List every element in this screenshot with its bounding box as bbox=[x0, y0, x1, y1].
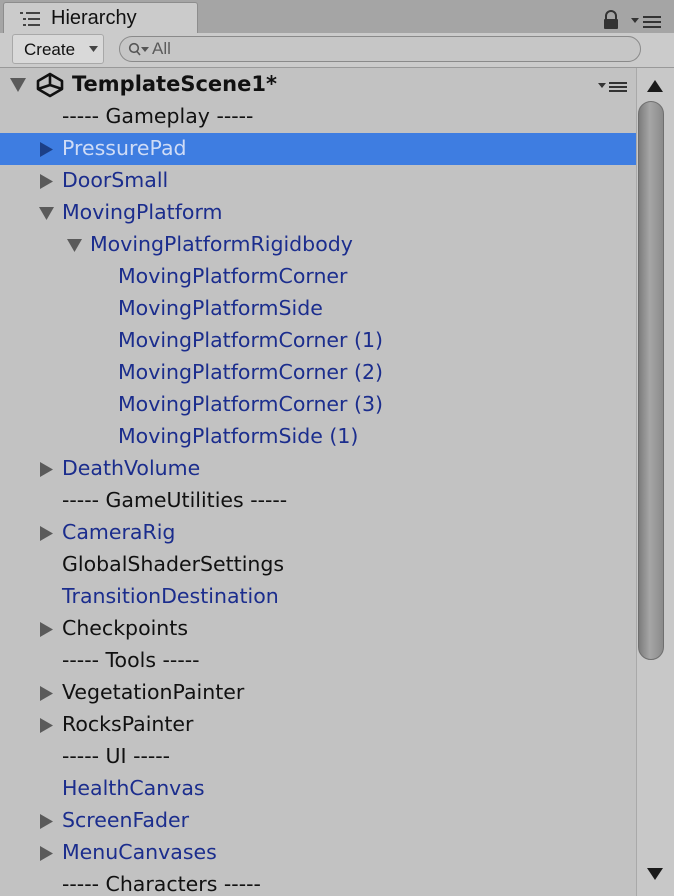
row-label: MovingPlatformCorner (3) bbox=[118, 392, 384, 416]
row-label: HealthCanvas bbox=[62, 776, 205, 800]
row-label: MovingPlatformCorner bbox=[118, 264, 348, 288]
hierarchy-row[interactable]: DoorSmall bbox=[0, 165, 636, 197]
hierarchy-row[interactable]: VegetationPainter bbox=[0, 677, 636, 709]
scroll-down-arrow-icon[interactable] bbox=[647, 868, 663, 880]
row-label: CameraRig bbox=[62, 520, 176, 544]
hierarchy-row[interactable]: MovingPlatformCorner (1) bbox=[0, 325, 636, 357]
row-label: PressurePad bbox=[62, 136, 187, 160]
row-label: DoorSmall bbox=[62, 168, 169, 192]
row-label: MovingPlatformSide bbox=[118, 296, 323, 320]
hierarchy-row[interactable]: ----- Tools ----- bbox=[0, 645, 636, 677]
hierarchy-list: ----- Gameplay ----- PressurePad DoorSmall… bbox=[0, 101, 636, 896]
fold-collapsed-icon[interactable] bbox=[39, 462, 54, 477]
fold-collapsed-icon[interactable] bbox=[39, 526, 54, 541]
row-label: ----- UI ----- bbox=[62, 744, 171, 768]
unity-scene-icon bbox=[36, 72, 64, 98]
hierarchy-row[interactable]: CameraRig bbox=[0, 517, 636, 549]
row-label: ----- Characters ----- bbox=[62, 872, 261, 896]
row-label: MovingPlatform bbox=[62, 200, 223, 224]
hierarchy-row[interactable]: TransitionDestination bbox=[0, 581, 636, 613]
hierarchy-row[interactable]: GlobalShaderSettings bbox=[0, 549, 636, 581]
hierarchy-toolbar: Create bbox=[0, 33, 674, 68]
row-label: MovingPlatformCorner (2) bbox=[118, 360, 384, 384]
create-label: Create bbox=[24, 40, 76, 59]
row-label: GlobalShaderSettings bbox=[62, 552, 285, 576]
hierarchy-row[interactable]: ----- UI ----- bbox=[0, 741, 636, 773]
hierarchy-row[interactable]: HealthCanvas bbox=[0, 773, 636, 805]
hierarchy-row[interactable]: MovingPlatformSide bbox=[0, 293, 636, 325]
tab-hierarchy[interactable]: Hierarchy bbox=[3, 2, 198, 34]
panel-menu-icon[interactable] bbox=[630, 14, 662, 30]
row-label: RocksPainter bbox=[62, 712, 194, 736]
hierarchy-row[interactable]: ----- Gameplay ----- bbox=[0, 101, 636, 133]
search-icon[interactable] bbox=[128, 42, 150, 57]
hierarchy-row[interactable]: MenuCanvases bbox=[0, 837, 636, 869]
chevron-down-icon bbox=[89, 46, 98, 52]
hierarchy-row[interactable]: PressurePad bbox=[0, 133, 636, 165]
hierarchy-row[interactable]: MovingPlatformSide (1) bbox=[0, 421, 636, 453]
fold-collapsed-icon[interactable] bbox=[39, 718, 54, 733]
scene-menu-icon[interactable] bbox=[598, 80, 628, 94]
hierarchy-row[interactable]: ScreenFader bbox=[0, 805, 636, 837]
scroll-up-arrow-icon[interactable] bbox=[647, 80, 663, 92]
scene-header[interactable]: TemplateScene1* bbox=[0, 68, 636, 101]
row-label: ----- Tools ----- bbox=[62, 648, 200, 672]
hierarchy-row[interactable]: MovingPlatformCorner (3) bbox=[0, 389, 636, 421]
fold-expanded-icon[interactable] bbox=[67, 238, 82, 253]
vertical-scrollbar[interactable] bbox=[636, 68, 674, 896]
hierarchy-row[interactable]: MovingPlatformRigidbody bbox=[0, 229, 636, 261]
hierarchy-row[interactable]: Checkpoints bbox=[0, 613, 636, 645]
row-label: Checkpoints bbox=[62, 616, 189, 640]
tab-title: Hierarchy bbox=[51, 7, 137, 29]
lock-icon[interactable] bbox=[602, 10, 620, 30]
tab-bar: Hierarchy bbox=[0, 0, 674, 34]
hierarchy-row[interactable]: DeathVolume bbox=[0, 453, 636, 485]
row-label: TransitionDestination bbox=[62, 584, 279, 608]
fold-collapsed-icon[interactable] bbox=[39, 174, 54, 189]
row-label: ----- Gameplay ----- bbox=[62, 104, 254, 128]
row-label: MovingPlatformCorner (1) bbox=[118, 328, 384, 352]
row-label: MovingPlatformSide (1) bbox=[118, 424, 359, 448]
create-dropdown-button[interactable]: Create bbox=[12, 34, 104, 64]
row-label: VegetationPainter bbox=[62, 680, 245, 704]
row-label: ScreenFader bbox=[62, 808, 190, 832]
search-input[interactable] bbox=[152, 38, 612, 60]
hierarchy-row[interactable]: MovingPlatform bbox=[0, 197, 636, 229]
hierarchy-row[interactable]: RocksPainter bbox=[0, 709, 636, 741]
scene-title: TemplateScene1* bbox=[72, 72, 277, 96]
fold-expanded-icon[interactable] bbox=[39, 206, 54, 221]
fold-collapsed-icon[interactable] bbox=[39, 846, 54, 861]
row-label: ----- GameUtilities ----- bbox=[62, 488, 288, 512]
search-field[interactable] bbox=[119, 36, 641, 62]
fold-collapsed-icon[interactable] bbox=[39, 814, 54, 829]
fold-expanded-icon[interactable] bbox=[10, 78, 26, 92]
hierarchy-row[interactable]: MovingPlatformCorner bbox=[0, 261, 636, 293]
row-label: DeathVolume bbox=[62, 456, 201, 480]
scrollbar-thumb[interactable] bbox=[638, 101, 664, 660]
fold-collapsed-icon[interactable] bbox=[39, 142, 54, 157]
fold-collapsed-icon[interactable] bbox=[39, 622, 54, 637]
hierarchy-row[interactable]: ----- GameUtilities ----- bbox=[0, 485, 636, 517]
row-label: MovingPlatformRigidbody bbox=[90, 232, 353, 256]
hierarchy-row[interactable]: MovingPlatformCorner (2) bbox=[0, 357, 636, 389]
fold-collapsed-icon[interactable] bbox=[39, 686, 54, 701]
list-icon bbox=[20, 12, 40, 26]
row-label: MenuCanvases bbox=[62, 840, 217, 864]
hierarchy-row[interactable]: ----- Characters ----- bbox=[0, 869, 636, 896]
